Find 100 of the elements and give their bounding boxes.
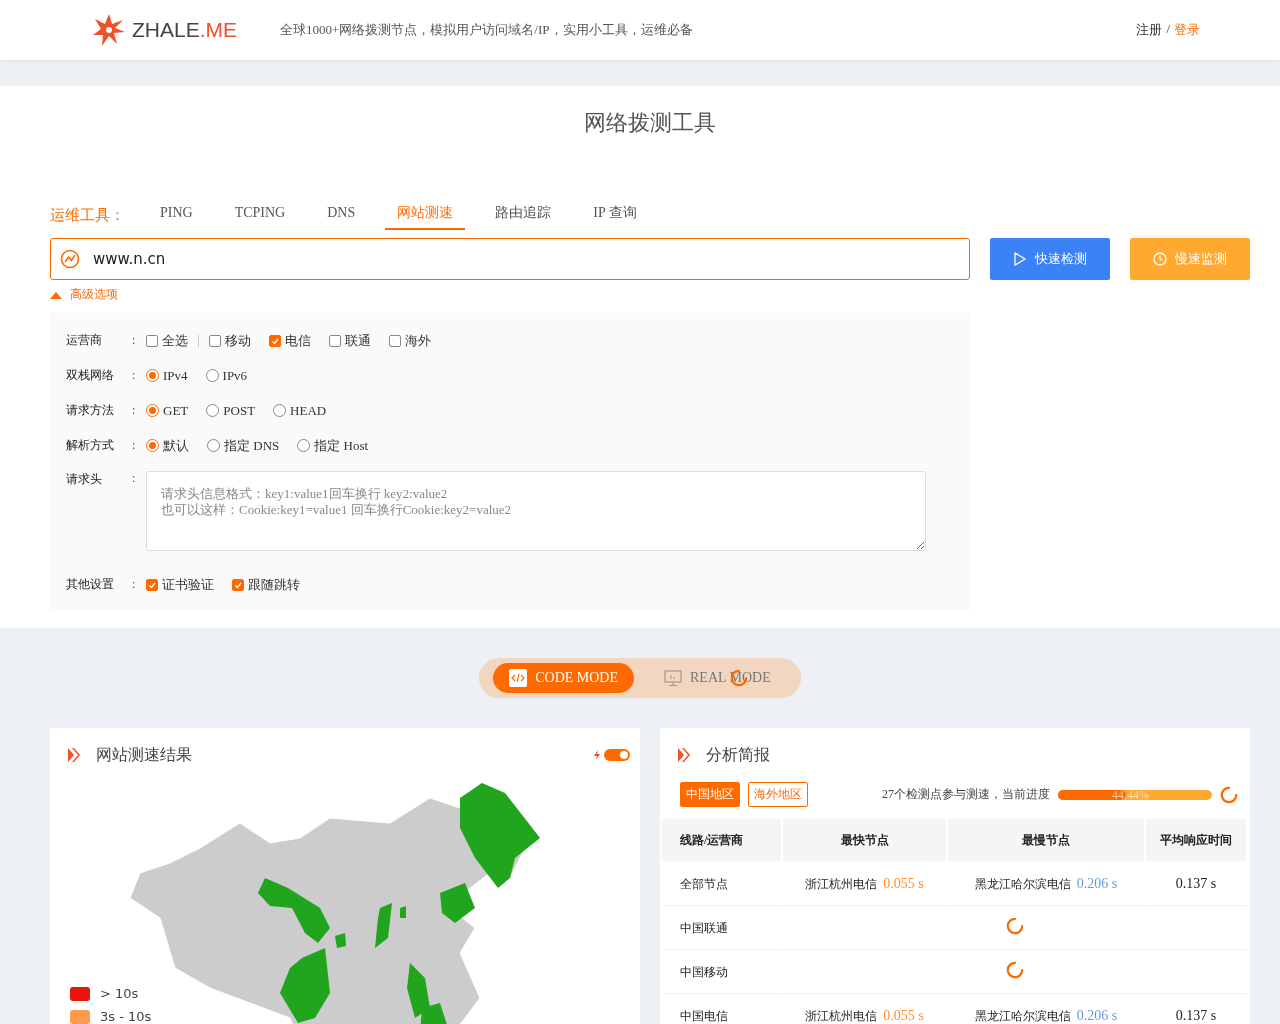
- progress-label: 44.44%: [1112, 786, 1149, 803]
- radio-button[interactable]: [273, 404, 287, 417]
- legend-label: 3s - 10s: [100, 1009, 152, 1024]
- column-header: 最快节点: [783, 819, 947, 861]
- response-time: 0.055 s: [883, 875, 924, 891]
- option-label: 运营商: [66, 332, 103, 349]
- colon: :: [132, 438, 137, 453]
- clock-icon: [1153, 252, 1167, 266]
- tool-tab[interactable]: 路由追踪: [483, 200, 564, 230]
- checkbox-label: 移动: [225, 331, 251, 350]
- login-link[interactable]: 登录: [1174, 21, 1200, 39]
- double-chevron-icon: [678, 748, 690, 762]
- tool-tab[interactable]: DNS: [315, 201, 368, 229]
- table-cell: 中国电信: [662, 995, 781, 1024]
- tagline: 全球1000+网络拨测节点，模拟用户访问域名/IP，实用小工具，运维必备: [280, 21, 694, 39]
- radio-button[interactable]: [146, 439, 159, 452]
- checkbox-label: 全选: [162, 331, 188, 350]
- progress-text: 27个检测点参与测速，当前进度: [882, 786, 1050, 803]
- radio-label: IPv6: [222, 367, 248, 384]
- radio-button[interactable]: [206, 404, 220, 417]
- play-icon: [1013, 252, 1027, 266]
- checkbox[interactable]: [146, 578, 158, 591]
- checkbox-label: 跟随跳转: [248, 575, 300, 594]
- toggle-switch[interactable]: [604, 749, 630, 761]
- starburst-icon: [92, 13, 126, 47]
- radio-label: HEAD: [290, 402, 327, 419]
- table-cell: 中国联通: [662, 907, 781, 949]
- option-label: 其他设置: [66, 576, 115, 593]
- separator-slash: /: [1166, 21, 1170, 38]
- node-name: 黑龙江哈尔滨电信: [974, 1008, 1071, 1023]
- option-label: 请求头: [66, 471, 103, 488]
- checkbox-label: 证书验证: [162, 575, 214, 594]
- checkbox-label: 联通: [345, 331, 371, 350]
- radio-button[interactable]: [207, 439, 220, 452]
- checkmark-icon: [271, 336, 279, 345]
- radio-label: POST: [223, 402, 256, 419]
- loading-spinner-icon: [1220, 785, 1238, 804]
- tool-tab[interactable]: TCPING: [222, 201, 298, 229]
- logo-text: ZHALE.ME: [132, 18, 238, 42]
- advanced-options-toggle[interactable]: 高级选项: [50, 286, 118, 303]
- checkbox[interactable]: [329, 334, 341, 347]
- code-icon: [509, 669, 528, 687]
- response-time: 0.206 s: [1076, 875, 1118, 891]
- checkbox-label: 海外: [405, 331, 431, 350]
- colon: :: [132, 577, 137, 592]
- radio-button[interactable]: [146, 369, 159, 382]
- url-field[interactable]: www.n.cn: [50, 238, 970, 280]
- tool-tab[interactable]: PING: [148, 201, 205, 229]
- radio-label: 默认: [163, 436, 189, 455]
- option-label: 双栈网络: [66, 367, 115, 384]
- double-chevron-icon: [68, 748, 80, 762]
- region-tab[interactable]: 海外地区: [748, 782, 808, 807]
- checkbox[interactable]: [389, 334, 401, 347]
- legend-label: > 10s: [100, 986, 139, 1001]
- quick-check-button[interactable]: 快速检测: [990, 238, 1110, 280]
- node-name: 浙江杭州电信: [805, 876, 878, 891]
- column-header: 线路/运营商: [662, 819, 781, 861]
- checkbox[interactable]: [269, 334, 281, 347]
- response-time: 0.206 s: [1076, 1007, 1118, 1023]
- radio-button[interactable]: [146, 404, 159, 417]
- trend-circle-icon: [60, 249, 80, 269]
- monitor-icon: [664, 669, 683, 687]
- column-header: 平均响应时间: [1145, 819, 1246, 861]
- checkmark-icon: [148, 580, 156, 589]
- checkbox[interactable]: [232, 578, 244, 591]
- checkmark-icon: [234, 580, 242, 589]
- register-link[interactable]: 注册: [1136, 21, 1163, 39]
- region-tab[interactable]: 中国地区: [680, 782, 740, 807]
- code-mode-tab[interactable]: CODE MODE: [493, 663, 635, 693]
- column-header: 最慢节点: [948, 819, 1144, 861]
- checkbox[interactable]: [209, 334, 221, 347]
- radio-label: IPv4: [163, 367, 188, 384]
- radio-button[interactable]: [205, 369, 219, 382]
- card-title: 网站测速结果: [96, 744, 192, 765]
- radio-button[interactable]: [297, 439, 311, 452]
- request-headers-field[interactable]: 请求头信息格式：key1:value1回车换行 key2:value2 也可以这样：Cookie:key1=value1 回车换行Cookie:key2=value2: [146, 471, 926, 551]
- card-title: 分析简报: [706, 744, 770, 765]
- table-cell: 全部节点: [662, 863, 781, 905]
- radio-label: 指定 Host: [314, 436, 369, 455]
- tool-tab[interactable]: 网站测速: [385, 200, 466, 230]
- loading-spinner-icon: [1005, 961, 1024, 979]
- colon: :: [132, 333, 137, 348]
- radio-label: 指定 DNS: [224, 436, 280, 455]
- table-cell: 0.137 s: [1145, 863, 1246, 905]
- loading-spinner-icon: [1005, 917, 1024, 935]
- tool-tab[interactable]: IP 查询: [581, 200, 649, 230]
- option-label: 解析方式: [66, 437, 115, 454]
- site-logo[interactable]: ZHALE.ME: [92, 13, 280, 47]
- radio-label: GET: [163, 402, 189, 419]
- node-name: 黑龙江哈尔滨电信: [974, 876, 1071, 891]
- checkbox[interactable]: [146, 334, 158, 347]
- slow-monitor-button[interactable]: 慢速监测: [1130, 238, 1250, 280]
- checkbox-label: 电信: [285, 331, 311, 350]
- node-name: 浙江杭州电信: [805, 1008, 878, 1023]
- colon: :: [132, 471, 137, 486]
- page-title: 网络拨测工具: [583, 109, 717, 137]
- response-time: 0.055 s: [883, 1007, 924, 1023]
- colon: :: [132, 403, 137, 418]
- table-cell: 中国移动: [662, 951, 781, 993]
- option-label: 请求方法: [66, 402, 115, 419]
